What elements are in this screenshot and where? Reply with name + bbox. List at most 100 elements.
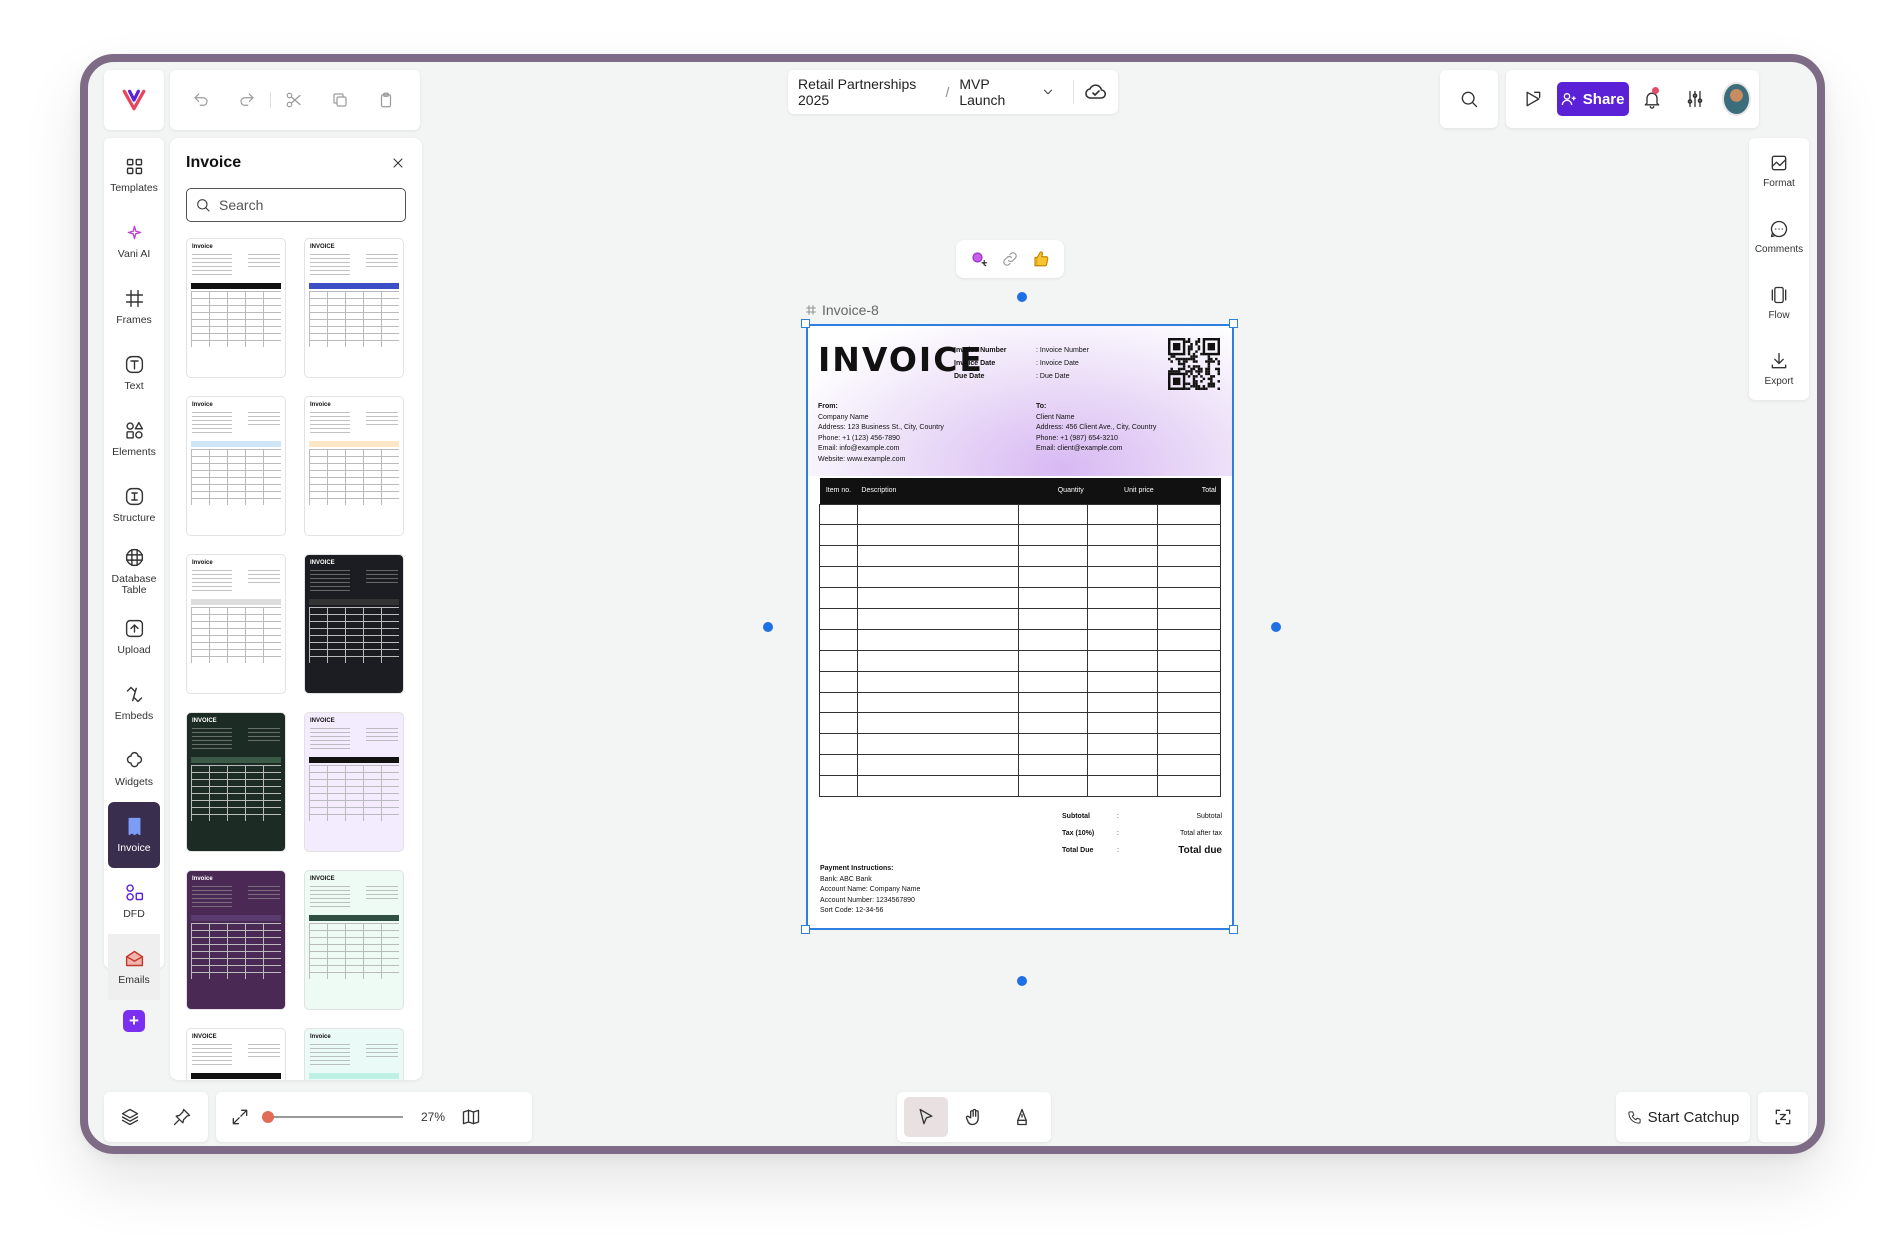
ai-pin-icon[interactable]: [970, 250, 988, 268]
resize-handle-top-right[interactable]: [1229, 319, 1238, 328]
phone-icon: [1627, 1110, 1642, 1125]
settings-sliders-icon[interactable]: [1675, 79, 1714, 119]
share-button[interactable]: Share: [1556, 82, 1629, 116]
start-catchup-button[interactable]: Start Catchup: [1616, 1092, 1750, 1142]
invoice-template-thumbnail[interactable]: INVOICE: [186, 712, 286, 852]
rail-item-flow[interactable]: Flow: [1749, 270, 1809, 336]
invoice-template-thumbnail[interactable]: INVOICE: [304, 712, 404, 852]
resize-handle-bottom-right[interactable]: [1229, 925, 1238, 934]
thumbnail-title: INVOICE: [310, 560, 335, 566]
zoom-slider[interactable]: [262, 1111, 403, 1123]
cloud-sync-icon[interactable]: [1073, 80, 1108, 104]
zen-mode-icon: [1775, 1109, 1791, 1125]
connector-handle-left[interactable]: [763, 622, 773, 632]
close-icon[interactable]: [390, 155, 406, 171]
thumbnail-title: INVOICE: [192, 718, 217, 724]
sidebar-item-label: Invoice: [117, 842, 151, 854]
breadcrumb: Retail Partnerships 2025 / MVP Launch: [788, 70, 1118, 114]
map-icon[interactable]: [461, 1107, 481, 1127]
thumbnail-text-lines: [192, 886, 232, 908]
cut-icon[interactable]: [271, 80, 317, 120]
database-table-icon: [124, 547, 145, 568]
breadcrumb-project[interactable]: Retail Partnerships 2025: [798, 76, 935, 108]
panel-title: Invoice: [186, 154, 242, 171]
thumbs-up-icon[interactable]: [1032, 250, 1050, 268]
search-button[interactable]: [1440, 70, 1498, 128]
invoice-template-thumbnail[interactable]: INVOICE: [186, 1028, 286, 1080]
thumbnail-title: Invoice: [192, 244, 213, 250]
thumbnail-title: Invoice: [310, 402, 331, 408]
search-placeholder: Search: [219, 197, 264, 213]
invoice-template-thumbnail[interactable]: Invoice: [186, 238, 286, 378]
thumbnail-text-lines: [366, 254, 398, 270]
embeds-icon: [124, 684, 145, 705]
invoice-template-thumbnail[interactable]: Invoice: [186, 396, 286, 536]
invoice-template-thumbnail[interactable]: INVOICE: [304, 870, 404, 1010]
layers-icon[interactable]: [120, 1107, 140, 1127]
sidebar-item-embeds[interactable]: Embeds: [104, 670, 164, 736]
sidebar-item-dfd[interactable]: DFD: [104, 868, 164, 934]
invoice-template-thumbnail[interactable]: Invoice: [186, 554, 286, 694]
thumbnail-header-bar: [309, 283, 399, 289]
connector-handle-bottom[interactable]: [1017, 976, 1027, 986]
sidebar-item-frames[interactable]: Frames: [104, 274, 164, 340]
sidebar-item-emails[interactable]: Emails: [108, 934, 160, 1000]
sidebar-item-invoice[interactable]: Invoice: [108, 802, 160, 868]
notification-bell-icon[interactable]: [1633, 79, 1672, 119]
link-icon[interactable]: [1001, 250, 1019, 268]
invoice-template-thumbnail[interactable]: INVOICE: [304, 554, 404, 694]
sidebar-item-label: DFD: [123, 908, 145, 920]
avatar[interactable]: [1721, 82, 1752, 116]
add-app-button[interactable]: +: [123, 1010, 145, 1032]
invoice-template-thumbnail[interactable]: Invoice: [304, 1028, 404, 1080]
share-label: Share: [1582, 90, 1625, 108]
app-logo[interactable]: [104, 70, 164, 130]
rail-item-comments[interactable]: Comments: [1749, 204, 1809, 270]
zoom-slider-handle[interactable]: [262, 1111, 274, 1123]
present-icon[interactable]: [1514, 79, 1553, 119]
search-input[interactable]: Search: [186, 188, 406, 222]
breadcrumb-page[interactable]: MVP Launch: [959, 76, 1031, 108]
redo-icon[interactable]: [224, 80, 270, 120]
sidebar-item-structure[interactable]: Structure: [104, 472, 164, 538]
logo-icon: [122, 89, 146, 111]
frame-label[interactable]: Invoice-8: [805, 302, 879, 318]
structure-icon: [124, 486, 145, 507]
thumbnail-text-lines: [310, 254, 350, 276]
zoom-value: 27%: [421, 1110, 446, 1124]
paste-icon[interactable]: [363, 80, 409, 120]
connector-handle-top[interactable]: [1017, 292, 1027, 302]
chevron-down-icon[interactable]: [1041, 85, 1055, 99]
thumbnail-text-lines: [366, 886, 398, 902]
sidebar-item-elements[interactable]: Elements: [104, 406, 164, 472]
select-pointer-icon[interactable]: [904, 1097, 948, 1137]
thumbnail-title: Invoice: [310, 1034, 331, 1040]
frame-name: Invoice-8: [822, 302, 879, 318]
sidebar-item-vani-ai[interactable]: Vani AI: [104, 208, 164, 274]
sidebar-item-database-table[interactable]: Database Table: [104, 538, 164, 604]
sidebar-item-templates[interactable]: Templates: [104, 142, 164, 208]
zen-mode-button[interactable]: [1758, 1092, 1808, 1142]
rail-item-format[interactable]: Format: [1749, 138, 1809, 204]
rail-item-export[interactable]: Export: [1749, 336, 1809, 402]
invoice-template-thumbnail[interactable]: Invoice: [186, 870, 286, 1010]
connector-handle-right[interactable]: [1271, 622, 1281, 632]
thumbnail-header-bar: [191, 1073, 281, 1079]
undo-icon[interactable]: [178, 80, 224, 120]
sidebar-item-widgets[interactable]: Widgets: [104, 736, 164, 802]
copy-icon[interactable]: [317, 80, 363, 120]
sidebar-item-text[interactable]: Text: [104, 340, 164, 406]
thumbnail-text-lines: [248, 412, 280, 428]
pin-icon[interactable]: [172, 1107, 192, 1127]
fit-screen-icon[interactable]: [230, 1107, 250, 1127]
resize-handle-bottom-left[interactable]: [801, 925, 810, 934]
hand-pan-icon[interactable]: [952, 1097, 996, 1137]
sidebar-item-upload[interactable]: Upload: [104, 604, 164, 670]
templates-icon: [124, 156, 145, 177]
resize-handle-top-left[interactable]: [801, 319, 810, 328]
invoice-template-thumbnail[interactable]: INVOICE: [304, 238, 404, 378]
header-actions: Share: [1506, 70, 1759, 128]
frame-quick-actions: [956, 240, 1064, 278]
invoice-template-thumbnail[interactable]: Invoice: [304, 396, 404, 536]
pen-icon[interactable]: [1000, 1097, 1044, 1137]
